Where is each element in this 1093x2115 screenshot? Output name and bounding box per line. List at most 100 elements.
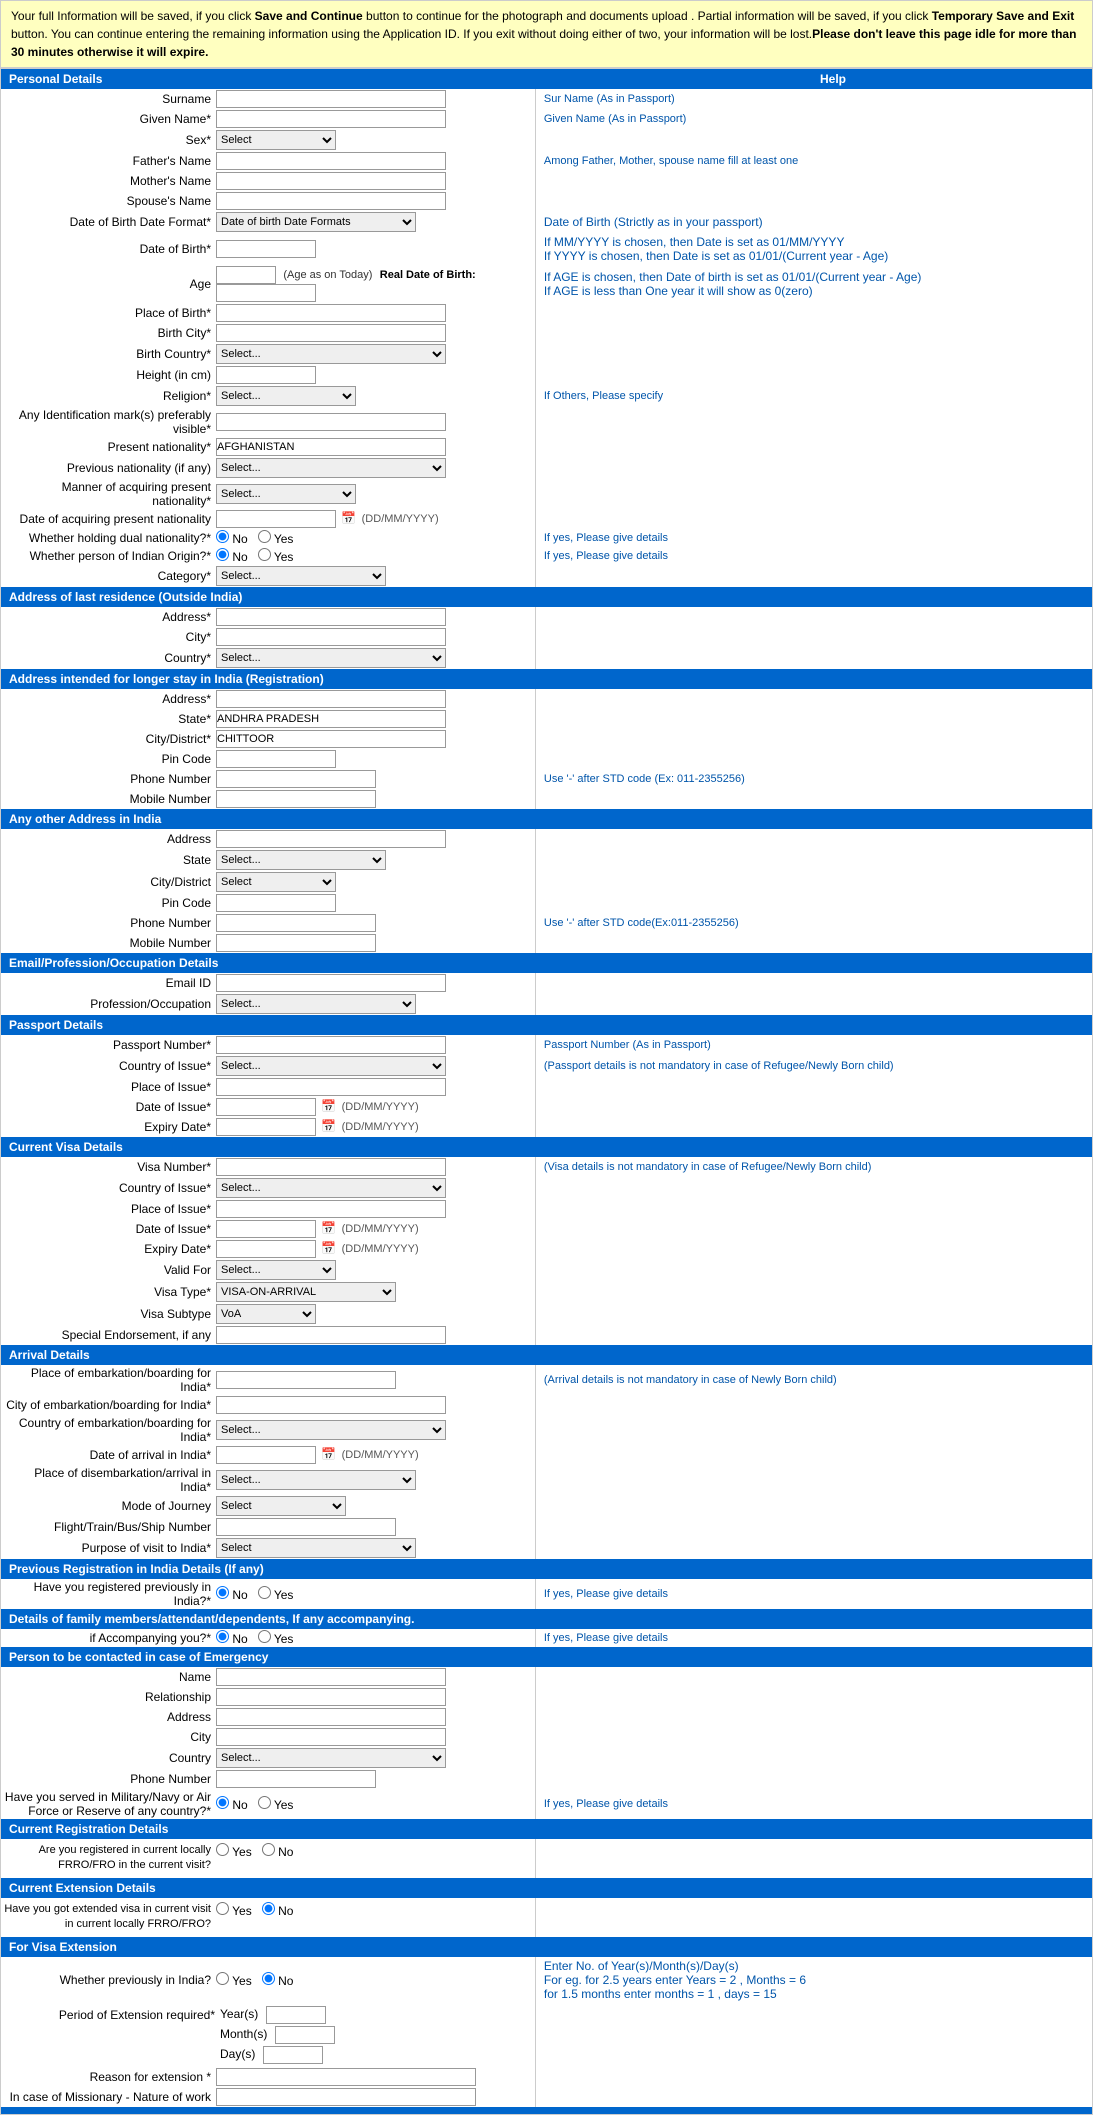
dob-format-select[interactable]: Date of birth Date Formats DD/MM/YYYY MM… [216, 212, 416, 232]
any-other-city-help [535, 871, 1092, 893]
prev-reg-yes-radio[interactable] [258, 1586, 271, 1599]
passport-expiry-input[interactable] [216, 1118, 316, 1136]
passport-place-input[interactable] [216, 1078, 446, 1096]
visa-country-select[interactable]: Select... [216, 1178, 446, 1198]
any-other-phone-input[interactable] [216, 914, 376, 932]
manner-acquiring-select[interactable]: Select... By Birth By Descent By Registr… [216, 484, 356, 504]
place-of-birth-input[interactable] [216, 304, 446, 322]
visa-type-select[interactable]: VISA-ON-ARRIVAL [216, 1282, 396, 1302]
addr-india-state-input[interactable] [216, 710, 446, 728]
passport-country-select[interactable]: Select... [216, 1056, 446, 1076]
visa-subtype-select[interactable]: VoA [216, 1304, 316, 1324]
indian-origin-yes-radio[interactable] [258, 548, 271, 561]
addr-last-country-select[interactable]: Select... [216, 648, 446, 668]
mothers-name-input[interactable] [216, 172, 446, 190]
emergency-name-input[interactable] [216, 1668, 446, 1686]
identification-input[interactable] [216, 413, 446, 431]
dual-nationality-yes-radio[interactable] [258, 530, 271, 543]
indian-origin-no-radio[interactable] [216, 548, 229, 561]
arrival-embark-city-input[interactable] [216, 1396, 446, 1414]
emergency-city-input[interactable] [216, 1728, 446, 1746]
given-name-input[interactable] [216, 110, 446, 128]
current-reg-no-radio[interactable] [262, 1843, 275, 1856]
fathers-name-input[interactable] [216, 152, 446, 170]
arrival-mode-select[interactable]: Select [216, 1496, 346, 1516]
date-acquiring-input[interactable] [216, 510, 336, 528]
addr-last-address-input[interactable] [216, 608, 446, 626]
category-select[interactable]: Select... [216, 566, 386, 586]
current-reg-yes-radio[interactable] [216, 1843, 229, 1856]
age-input[interactable] [216, 266, 276, 284]
birth-city-input[interactable] [216, 324, 446, 342]
visa-place-input[interactable] [216, 1200, 446, 1218]
emergency-address-input[interactable] [216, 1708, 446, 1726]
addr-india-mobile-input[interactable] [216, 790, 376, 808]
emergency-phone-input[interactable] [216, 1770, 376, 1788]
current-ext-no-radio[interactable] [262, 1902, 275, 1915]
addr-last-city-input[interactable] [216, 628, 446, 646]
spouses-name-input[interactable] [216, 192, 446, 210]
visa-header-row: Current Visa Details [1, 1137, 1093, 1157]
visa-ext-years-input[interactable] [266, 2006, 326, 2024]
visa-valid-select[interactable]: Select... [216, 1260, 336, 1280]
arrival-disembark-select[interactable]: Select... [216, 1470, 416, 1490]
visa-number-input[interactable] [216, 1158, 446, 1176]
arrival-embark-place-input[interactable] [216, 1371, 396, 1389]
emergency-relationship-input[interactable] [216, 1688, 446, 1706]
visa-ext-missionary-input[interactable] [216, 2088, 476, 2106]
any-other-city-select[interactable]: Select [216, 872, 336, 892]
family-no-radio[interactable] [216, 1630, 229, 1643]
current-ext-yes-radio[interactable] [216, 1902, 229, 1915]
dual-nationality-no-radio[interactable] [216, 530, 229, 543]
any-other-pin-input[interactable] [216, 894, 336, 912]
passport-doi-input[interactable] [216, 1098, 316, 1116]
emergency-country-select[interactable]: Select... [216, 1748, 446, 1768]
family-yes-radio[interactable] [258, 1630, 271, 1643]
arrival-flight-input[interactable] [216, 1518, 396, 1536]
present-nationality-input[interactable] [216, 438, 446, 456]
visa-ext-prev-india-yes-radio[interactable] [216, 1972, 229, 1985]
visa-endorsement-input[interactable] [216, 1326, 446, 1344]
birth-country-select[interactable]: Select... [216, 344, 446, 364]
email-input[interactable] [216, 974, 446, 992]
visa-ext-days-input[interactable] [263, 2046, 323, 2064]
date-acquiring-cal-icon[interactable]: 📅 [341, 511, 356, 525]
dob-input[interactable] [216, 240, 316, 258]
category-row: Category* Select... [1, 565, 1093, 587]
military-no-radio[interactable] [216, 1796, 229, 1809]
indian-origin-yes-label: Yes [274, 550, 294, 564]
visa-doi-cal[interactable]: 📅 [321, 1221, 336, 1235]
passport-number-input[interactable] [216, 1036, 446, 1054]
real-dob-input[interactable] [216, 284, 316, 302]
addr-india-pin-input[interactable] [216, 750, 336, 768]
previous-nationality-select[interactable]: Select... [216, 458, 446, 478]
arrival-embark-country-select[interactable]: Select... [216, 1420, 446, 1440]
arrival-date-input[interactable] [216, 1446, 316, 1464]
religion-select[interactable]: Select... Hindu Muslim Christian Sikh Ot… [216, 386, 356, 406]
addr-india-phone-input[interactable] [216, 770, 376, 788]
visa-ext-prev-india-no-radio[interactable] [262, 1972, 275, 1985]
any-other-state-select[interactable]: Select... [216, 850, 386, 870]
visa-ext-months-input[interactable] [275, 2026, 335, 2044]
visa-ext-reason-input[interactable] [216, 2068, 476, 2086]
manner-acquiring-input-wrap: Select... By Birth By Descent By Registr… [216, 484, 356, 504]
height-input[interactable] [216, 366, 316, 384]
addr-india-address-input[interactable] [216, 690, 446, 708]
military-yes-radio[interactable] [258, 1796, 271, 1809]
any-other-address-input[interactable] [216, 830, 446, 848]
visa-expiry-cal[interactable]: 📅 [321, 1241, 336, 1255]
any-other-mobile-input[interactable] [216, 934, 376, 952]
arrival-date-cal[interactable]: 📅 [321, 1447, 336, 1461]
prev-reg-no-radio[interactable] [216, 1586, 229, 1599]
passport-doi-cal[interactable]: 📅 [321, 1099, 336, 1113]
arrival-purpose-form-cell: Purpose of visit to India* Select [1, 1537, 536, 1559]
visa-doi-input[interactable] [216, 1220, 316, 1238]
profession-select[interactable]: Select... [216, 994, 416, 1014]
sex-select[interactable]: Select Male Female [216, 130, 336, 150]
addr-india-city-input[interactable] [216, 730, 446, 748]
visa-expiry-input[interactable] [216, 1240, 316, 1258]
surname-input[interactable] [216, 90, 446, 108]
passport-expiry-cal[interactable]: 📅 [321, 1119, 336, 1133]
arrival-purpose-select[interactable]: Select [216, 1538, 416, 1558]
visa-number-field-row: Visa Number* [1, 1157, 535, 1177]
